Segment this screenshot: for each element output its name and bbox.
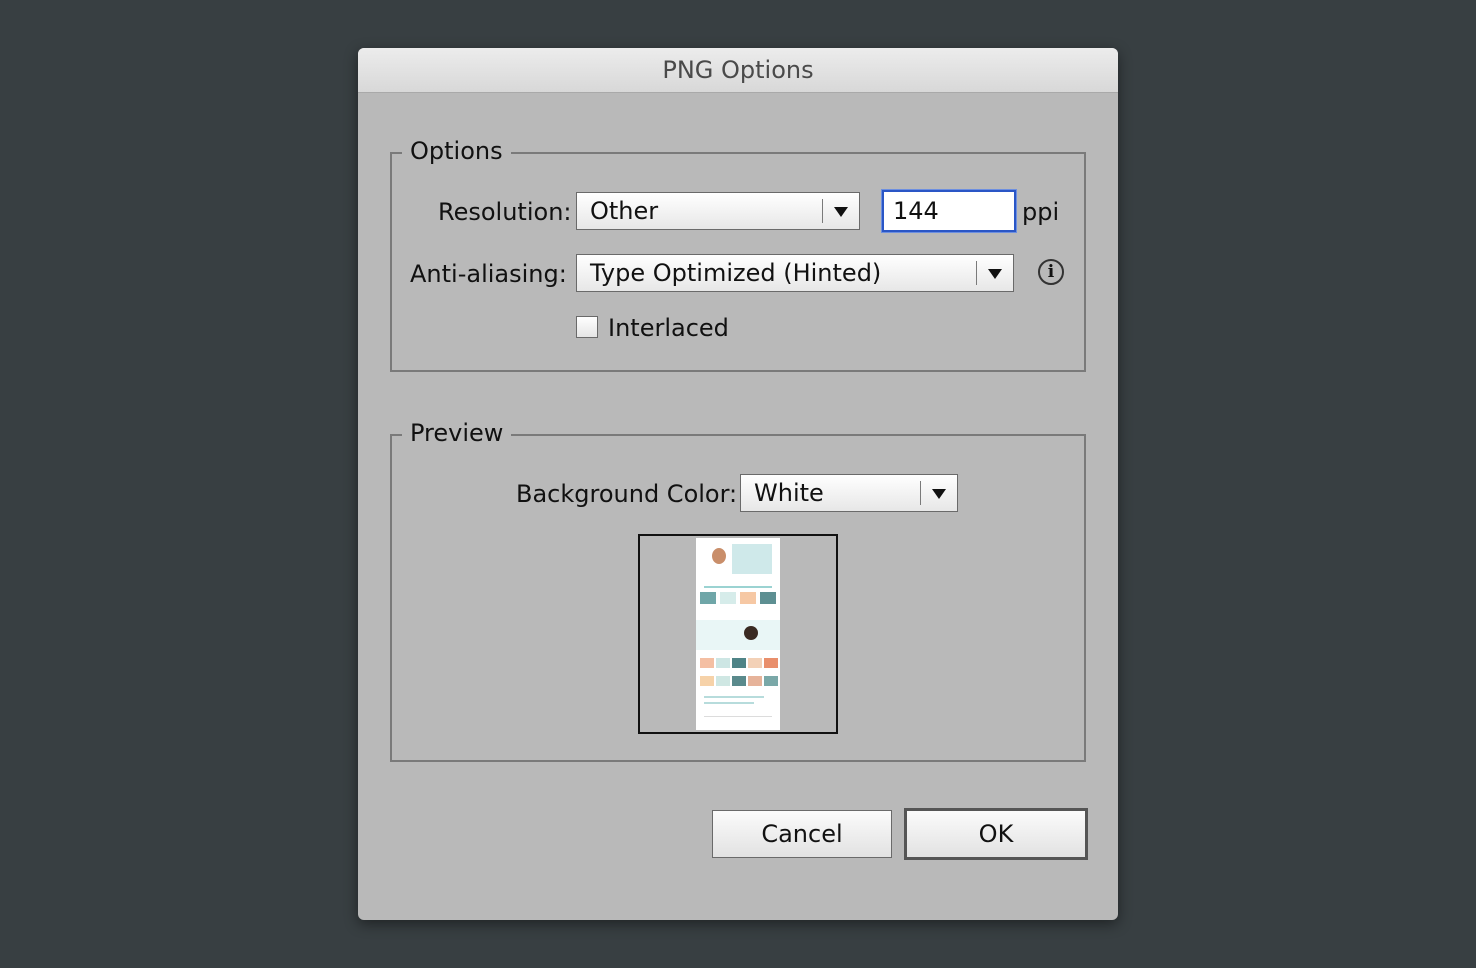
cancel-button[interactable]: Cancel: [712, 810, 892, 858]
triangle-down-icon: [932, 489, 946, 499]
options-legend: Options: [402, 134, 511, 168]
triangle-down-icon: [988, 269, 1002, 279]
background-color-selected-value: White: [754, 479, 824, 507]
triangle-down-icon: [834, 207, 848, 217]
ok-button[interactable]: OK: [904, 808, 1088, 860]
antialiasing-label: Anti-aliasing:: [410, 260, 567, 288]
info-icon[interactable]: i: [1038, 259, 1064, 285]
background-color-select[interactable]: White: [740, 474, 958, 512]
options-group: Options Resolution: Other ppi Anti-alias…: [390, 134, 1086, 372]
ppi-unit-label: ppi: [1022, 198, 1060, 226]
preview-legend: Preview: [402, 416, 512, 450]
dropdown-separator: [822, 199, 823, 223]
antialiasing-selected-value: Type Optimized (Hinted): [590, 259, 882, 287]
background-color-label: Background Color:: [516, 480, 738, 508]
resolution-select[interactable]: Other: [576, 192, 860, 230]
resolution-selected-value: Other: [590, 197, 659, 225]
resolution-ppi-input[interactable]: [882, 190, 1016, 232]
interlaced-label[interactable]: Interlaced: [608, 314, 729, 342]
preview-thumbnail: [696, 538, 780, 730]
dropdown-separator: [920, 481, 921, 505]
preview-frame: [638, 534, 838, 734]
interlaced-checkbox[interactable]: [576, 316, 598, 338]
png-options-dialog: PNG Options Options Resolution: Other pp…: [358, 48, 1118, 920]
antialiasing-select[interactable]: Type Optimized (Hinted): [576, 254, 1014, 292]
dropdown-separator: [976, 261, 977, 285]
dialog-title: PNG Options: [358, 48, 1118, 93]
resolution-label: Resolution:: [438, 198, 572, 226]
preview-group: Preview Background Color: White: [390, 416, 1086, 762]
